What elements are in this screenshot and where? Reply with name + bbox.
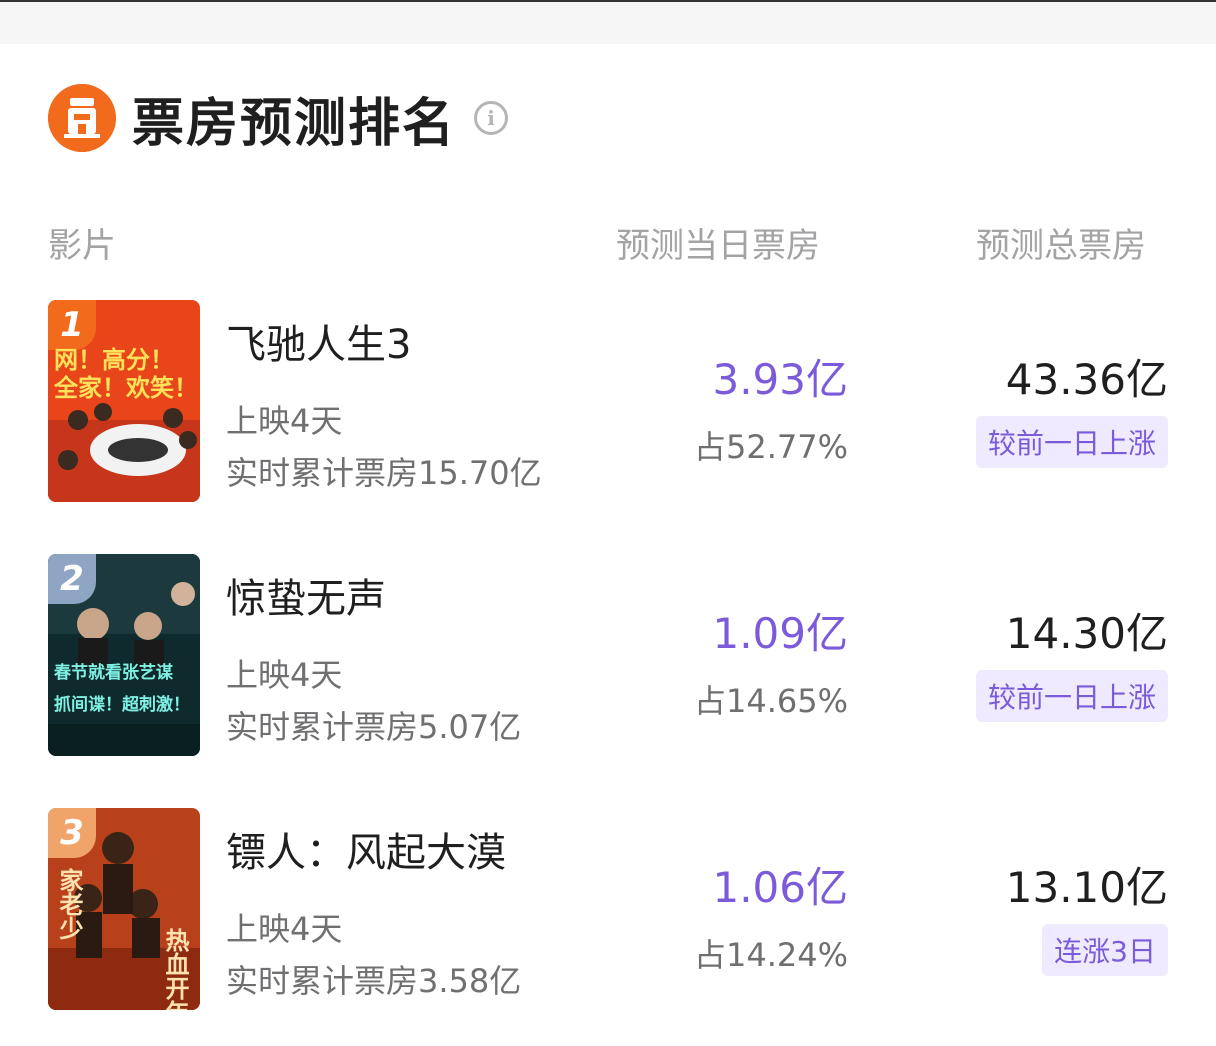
day-forecast-share: 占52.77% (693, 428, 848, 466)
day-forecast-share: 占14.65% (693, 682, 848, 720)
day-forecast-value: 1.09亿 (712, 609, 848, 658)
release-days: 上映4天 (226, 910, 343, 948)
poster-slogan-line1: 春节就看张艺谋 (54, 663, 173, 683)
live-total-box-office: 实时累计票房15.70亿 (226, 454, 542, 492)
film-poster[interactable]: 1 网！高分！ 全家！欢笑！ (48, 300, 200, 502)
film-title[interactable]: 惊蛰无声 (226, 566, 386, 624)
total-forecast-value: 43.36亿 (1005, 355, 1168, 404)
trend-badge: 较前一日上涨 (975, 670, 1168, 722)
live-total-box-office: 实时累计票房5.07亿 (226, 708, 522, 746)
rank-badge: 2 (48, 554, 96, 604)
film-row[interactable]: 3 热血开年 家老少 镖人：风起大漠 上映4天 实时累计票房3.58亿 1.06… (0, 808, 1216, 1012)
trend-badge: 连涨3日 (1042, 924, 1168, 976)
column-header-total-forecast: 预测总票房 (976, 226, 1146, 266)
day-forecast-share: 占14.24% (693, 936, 848, 974)
cinema-logo-icon (48, 84, 116, 152)
poster-slogan-line2: 抓间谍！超刺激！ (54, 695, 190, 715)
release-days: 上映4天 (226, 656, 343, 694)
rank-badge: 3 (48, 808, 96, 858)
total-forecast-value: 13.10亿 (1005, 863, 1168, 912)
day-forecast-value: 1.06亿 (712, 863, 848, 912)
trend-badge: 较前一日上涨 (975, 416, 1168, 468)
column-header-film: 影片 (48, 226, 116, 266)
film-poster[interactable]: 3 热血开年 家老少 (48, 808, 200, 1010)
film-poster[interactable]: 2 春节就看张艺谋 抓间谍！超刺激！ (48, 554, 200, 756)
top-bar (0, 0, 1216, 44)
day-forecast-value: 3.93亿 (712, 355, 848, 404)
release-days: 上映4天 (226, 402, 343, 440)
info-icon[interactable]: i (474, 101, 509, 135)
live-total-box-office: 实时累计票房3.58亿 (226, 962, 522, 1000)
film-title[interactable]: 飞驰人生3 (226, 312, 411, 370)
poster-slogan-line2: 全家！欢笑！ (54, 374, 198, 402)
page-title: 票房预测排名 (132, 93, 457, 154)
section-header: 票房预测排名 i (48, 84, 509, 154)
poster-slogan-line2: 家老少 (55, 868, 83, 940)
total-forecast-value: 14.30亿 (1005, 609, 1168, 658)
poster-slogan-line1: 热血开年 (161, 928, 189, 1010)
film-title[interactable]: 镖人：风起大漠 (226, 820, 506, 878)
film-row[interactable]: 2 春节就看张艺谋 抓间谍！超刺激！ 惊蛰无声 上映4天 实时累计票房5.07亿… (0, 554, 1216, 758)
column-header-day-forecast: 预测当日票房 (616, 226, 820, 266)
film-row[interactable]: 1 网！高分！ 全家！欢笑！ 飞驰人生3 上映4天 实时累计票房15.70亿 3… (0, 300, 1216, 504)
